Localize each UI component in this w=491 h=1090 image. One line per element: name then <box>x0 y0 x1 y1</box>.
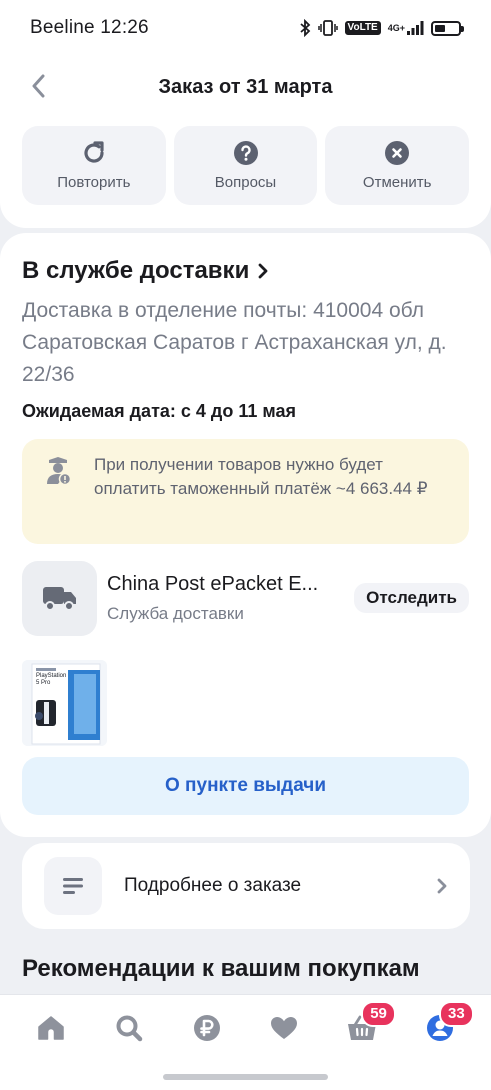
questions-button[interactable]: Вопросы <box>173 126 318 205</box>
recommendations-title: Рекомендации к вашим покупкам <box>22 955 420 982</box>
carrier-name: China Post ePacket E... <box>107 572 319 595</box>
nav-search[interactable] <box>104 1003 154 1053</box>
profile-badge: 33 <box>439 1001 474 1027</box>
pickup-point-button[interactable]: О пункте выдачи <box>22 757 469 815</box>
header: Заказ от 31 марта <box>0 56 491 118</box>
delivery-status-text: В службе доставки <box>22 257 250 284</box>
track-button[interactable]: Отследить <box>354 583 469 613</box>
carrier-info: China Post ePacket E... Служба доставки <box>107 573 354 624</box>
questions-label: Вопросы <box>214 174 277 191</box>
back-button[interactable] <box>22 70 54 102</box>
carrier-subtitle: Служба доставки <box>107 603 244 623</box>
volte-indicator: VoLTE <box>344 21 381 35</box>
chevron-right-icon <box>258 263 268 279</box>
status-left: Beeline 12:26 <box>30 17 149 39</box>
heart-icon <box>271 1017 298 1039</box>
truck-icon <box>42 587 76 611</box>
repeat-label: Повторить <box>57 174 131 191</box>
nav-cart[interactable]: 59 <box>337 1001 396 1053</box>
cancel-button[interactable]: Отменить <box>325 126 470 205</box>
nav-payments[interactable] <box>182 1003 232 1053</box>
status-bar: Beeline 12:26 VoLTE 4G+ <box>0 0 491 56</box>
home-indicator[interactable] <box>163 1074 328 1080</box>
signal-icon: 4G+ <box>388 20 424 36</box>
document-lines-icon <box>63 878 83 894</box>
order-actions: Повторить Вопросы Отменить <box>0 118 491 205</box>
cancel-label: Отменить <box>362 174 432 191</box>
delivery-card: В службе доставки Доставка в отделение п… <box>0 233 491 837</box>
product-box-text: PlayStation 5 Pro <box>36 673 67 686</box>
order-details-row[interactable]: Подробнее о заказе <box>22 843 470 929</box>
nav-home[interactable] <box>26 1003 76 1053</box>
repeat-button[interactable]: Повторить <box>22 126 166 205</box>
home-icon <box>38 1016 64 1040</box>
page-title: Заказ от 31 марта <box>158 75 333 98</box>
ruble-icon <box>193 1015 220 1041</box>
vibrate-icon <box>317 19 338 37</box>
customs-notice-text: При получении товаров нужно будет оплати… <box>94 455 428 498</box>
cart-badge: 59 <box>361 1001 396 1027</box>
bottom-navigation: 59 33 <box>0 994 491 1090</box>
battery-icon <box>431 20 464 36</box>
chevron-left-icon <box>32 74 45 98</box>
nav-favorites[interactable] <box>259 1003 309 1053</box>
search-icon <box>116 1015 142 1042</box>
delivery-address: Доставка в отделение почты: 410004 обл С… <box>22 299 447 386</box>
bluetooth-icon <box>299 19 311 37</box>
product-thumbnail[interactable]: PlayStation 5 Pro <box>22 660 107 746</box>
customs-notice: При получении товаров нужно будет оплати… <box>22 439 469 544</box>
cancel-icon <box>385 141 410 165</box>
clock: 12:26 <box>100 17 149 38</box>
carrier-thumbnail <box>22 560 97 636</box>
chevron-right-icon <box>437 878 447 894</box>
details-label: Подробнее о заказе <box>124 875 302 896</box>
expected-date: Ожидаемая дата: с 4 до 11 мая <box>22 401 296 421</box>
question-icon <box>233 141 258 165</box>
status-icons: VoLTE 4G+ <box>299 19 464 37</box>
carrier-name: Beeline <box>30 17 95 38</box>
delivery-status-link[interactable]: В службе доставки <box>22 257 469 285</box>
carrier-row: China Post ePacket E... Служба доставки … <box>22 560 469 636</box>
network-type: 4G+ <box>387 23 405 33</box>
customs-officer-icon <box>44 455 72 530</box>
repeat-icon <box>84 141 104 163</box>
order-header-card: Заказ от 31 марта Повторить Вопросы Отме… <box>0 56 491 228</box>
nav-profile[interactable]: 33 <box>415 1001 474 1053</box>
details-icon-container <box>44 857 102 915</box>
